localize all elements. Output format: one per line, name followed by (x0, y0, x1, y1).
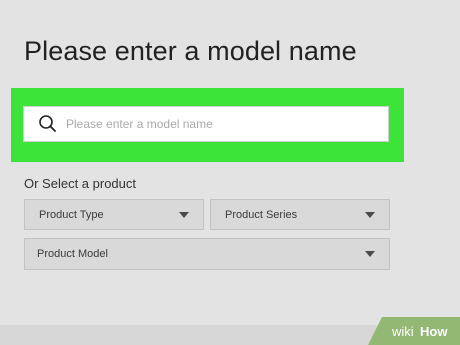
watermark-how-text: How (420, 324, 448, 339)
wikihow-watermark: wiki How (368, 317, 460, 345)
product-model-label: Product Model (37, 248, 108, 260)
product-type-label: Product Type (39, 208, 104, 221)
product-series-label: Product Series (225, 208, 298, 221)
chevron-down-icon (365, 211, 375, 218)
product-type-select[interactable]: Product Type (24, 199, 204, 230)
page-title: Please enter a model name (24, 36, 357, 66)
chevron-down-icon (179, 211, 189, 218)
search-box[interactable] (23, 106, 389, 142)
search-icon (38, 114, 58, 134)
watermark-wiki-text: wiki (391, 324, 414, 339)
product-series-select[interactable]: Product Series (210, 199, 390, 230)
chevron-down-icon (365, 251, 375, 257)
product-model-select[interactable]: Product Model (24, 238, 390, 270)
select-product-label: Or Select a product (24, 176, 136, 191)
search-input[interactable] (66, 117, 388, 131)
